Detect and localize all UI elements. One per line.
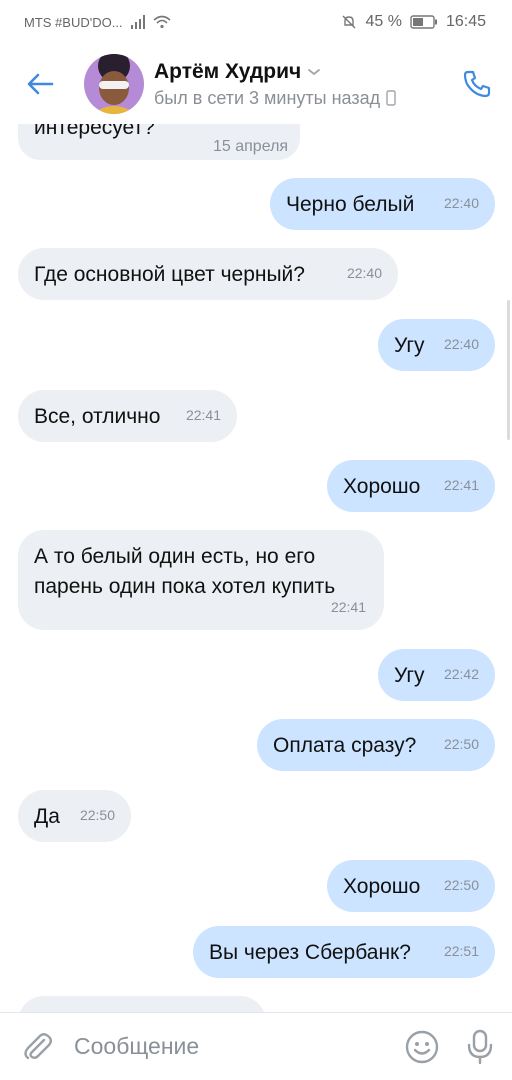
message-outgoing[interactable]: Хорошо 22:50 [327,860,495,912]
message-outgoing[interactable]: Хорошо 22:41 [327,460,495,512]
battery-percent: 45 % [365,13,402,30]
message-time: 22:40 [443,195,479,211]
carrier-label: MTS #BUD'DO... [24,14,123,30]
message-text: Вы через Сбербанк? [209,941,411,964]
message-text-line: парень один пока хотел купить [34,575,336,598]
paperclip-icon [24,1032,52,1059]
message-incoming[interactable]: Да 22:50 [18,790,131,842]
message-outgoing[interactable]: Оплата сразу? 22:50 [257,719,495,771]
avatar[interactable] [84,54,144,114]
battery-icon [410,15,437,29]
wifi-icon [153,15,171,29]
mute-bell-icon [342,15,356,29]
status-right: 45 % 16:45 [341,13,486,31]
message-incoming[interactable]: Где основной цвет черный? 22:40 [18,248,398,300]
message-time: 22:41 [330,599,366,615]
signal-icon [130,15,145,29]
message-outgoing[interactable]: Черно белый 22:40 [270,178,495,230]
message-text: Черно белый [286,193,415,216]
message-time: 22:42 [443,666,479,682]
message-time: 22:41 [185,407,221,423]
message-time: 22:41 [443,477,479,493]
message-text: Угу [394,664,425,687]
message-list[interactable]: интересует? 15 апреля Черно белый 22:40 … [0,124,512,1012]
chat-title[interactable]: Артём Худрич был в сети 3 минуты назад [154,60,442,109]
message-input-bar: Сообщение [0,1012,512,1080]
clock: 16:45 [445,13,486,30]
message-time: 22:50 [79,807,115,823]
online-status: был в сети 3 минуты назад [154,87,381,108]
message-time: 22:50 [443,736,479,752]
message-text: Хорошо [343,475,421,498]
message-text: Хорошо [343,875,421,898]
message-outgoing[interactable]: Угу 22:40 [378,319,495,371]
message-text: Оплата сразу? [273,734,417,757]
attach-button[interactable] [0,1013,74,1080]
message-incoming[interactable]: Все, отлично 22:41 [18,390,237,442]
call-button[interactable] [442,44,512,124]
back-button[interactable] [0,44,80,124]
message-time: 22:50 [443,877,479,893]
status-left: MTS #BUD'DO... [24,15,171,30]
message-time: 22:40 [443,336,479,352]
chevron-down-icon [308,68,321,75]
message-time: 22:40 [346,265,382,281]
message-text: Да [34,805,60,828]
smile-icon [405,1030,439,1063]
phone-icon [463,70,491,98]
message-incoming[interactable]: А то белый один есть, но его парень один… [18,530,384,630]
chat-header: Артём Худрич был в сети 3 минуты назад [0,44,512,124]
scrollbar[interactable] [507,300,510,440]
message-text: Угу [394,334,425,357]
message-text: Все, отлично [34,405,161,428]
voice-button[interactable] [448,1013,512,1080]
message-outgoing[interactable]: Вы через Сбербанк? 22:51 [193,926,495,978]
mobile-icon [386,90,396,106]
message-outgoing[interactable]: Угу 22:42 [378,649,495,701]
emoji-button[interactable] [396,1013,448,1080]
message-text-line: А то белый один есть, но его [34,545,316,568]
message-time: 22:51 [443,943,479,959]
arrow-left-icon [27,73,54,95]
status-bar: MTS #BUD'DO... 45 % 16:45 [0,0,512,44]
message-text: интересует? [34,124,155,139]
message-incoming-partial[interactable] [18,996,266,1012]
message-text: Где основной цвет черный? [34,263,305,286]
message-input[interactable]: Сообщение [74,1033,396,1060]
microphone-icon [467,1029,493,1064]
date-separator: 15 апреля [213,138,289,155]
contact-name: Артём Худрич [154,59,302,83]
